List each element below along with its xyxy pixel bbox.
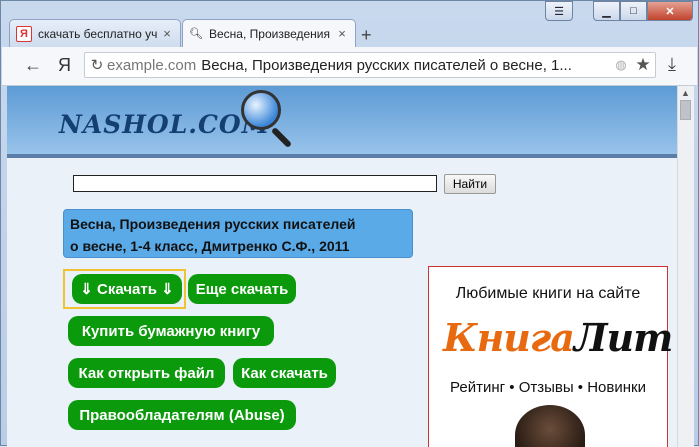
book-title-line2: о весне, 1-4 класс, Дмитренко С.Ф., 2011	[70, 238, 350, 254]
close-window-button[interactable]: ✕	[647, 1, 693, 21]
advertisement-banner[interactable]: Любимые книги на сайте КнигаЛит Рейтинг …	[428, 266, 673, 447]
address-page-title: Весна, Произведения русских писателей о …	[201, 56, 572, 74]
yandex-button[interactable]: Я	[58, 55, 71, 76]
web-page: NASHOL.COM Найти Весна, Произведения рус…	[7, 86, 677, 447]
how-to-download-button[interactable]: Как скачать	[233, 358, 336, 388]
minimize-button[interactable]: ▁	[593, 1, 620, 21]
address-host: example.com	[107, 56, 197, 74]
address-bar[interactable]: ↻ example.com Весна, Произведения русски…	[84, 52, 656, 78]
book-title-line1: Весна, Произведения русских писателей	[70, 216, 356, 232]
ad-features: Рейтинг • Отзывы • Новинки	[450, 379, 646, 396]
tab-title: Весна, Произведения	[209, 26, 330, 41]
book-title-box: Весна, Произведения русских писателей о …	[63, 209, 413, 258]
download-button[interactable]: ⇓ Скачать ⇓	[72, 274, 182, 304]
site-logo[interactable]: NASHOL.COM	[59, 110, 270, 139]
site-search-input[interactable]	[73, 175, 437, 192]
download-icon[interactable]: ⤓	[668, 54, 676, 75]
back-arrow-icon[interactable]: ←	[24, 55, 42, 76]
minimize-icon: ▁	[602, 5, 611, 18]
close-icon: ✕	[665, 5, 675, 18]
maximize-icon: □	[630, 5, 637, 17]
ad-brand-part1: Книга	[443, 315, 575, 360]
bookmark-star-icon[interactable]: ★	[631, 55, 655, 75]
browser-toolbar: ← Я ↻ example.com Весна, Произведения ру…	[2, 47, 697, 86]
tab-close-icon[interactable]: ×	[160, 26, 174, 41]
menu-icon: ☰	[554, 5, 564, 18]
globe-icon[interactable]: ◍	[611, 57, 631, 73]
magnifier-handle	[270, 126, 293, 149]
browser-window: ☰ ▁ □ ✕ Я скачать бесплатно уч × 🔍︎ Весн…	[0, 0, 699, 447]
tab-yandex[interactable]: Я скачать бесплатно уч ×	[9, 19, 181, 47]
new-tab-button[interactable]: +	[361, 25, 372, 46]
ad-tagline: Любимые книги на сайте	[455, 285, 641, 302]
search-favicon-icon: 🔍︎	[189, 28, 203, 40]
tab-title: скачать бесплатно уч	[38, 26, 158, 41]
more-download-button[interactable]: Еще скачать	[188, 274, 296, 304]
ad-brand-part2: Лит	[573, 315, 673, 360]
maximize-button[interactable]: □	[620, 1, 647, 21]
tab-close-icon[interactable]: ×	[335, 26, 349, 41]
ad-person-image	[515, 405, 585, 447]
ad-brand-logo: КнигаЛит	[443, 315, 673, 360]
abuse-button[interactable]: Правообладателям (Abuse)	[68, 400, 296, 430]
yandex-favicon-icon: Я	[16, 25, 32, 42]
reload-icon[interactable]: ↻	[87, 56, 107, 74]
window-menu-button[interactable]: ☰	[545, 1, 573, 21]
scroll-up-arrow-icon[interactable]: ▲	[681, 88, 690, 98]
site-search-button[interactable]: Найти	[444, 174, 496, 194]
tab-current-page[interactable]: 🔍︎ Весна, Произведения ×	[182, 19, 356, 47]
buy-paper-book-button[interactable]: Купить бумажную книгу	[68, 316, 274, 346]
site-header: NASHOL.COM	[7, 86, 677, 158]
scrollbar-thumb[interactable]	[680, 100, 691, 120]
magnifier-logo-icon	[241, 90, 281, 130]
how-to-open-button[interactable]: Как открыть файл	[68, 358, 225, 388]
page-scrollbar[interactable]: ▲	[677, 86, 694, 447]
